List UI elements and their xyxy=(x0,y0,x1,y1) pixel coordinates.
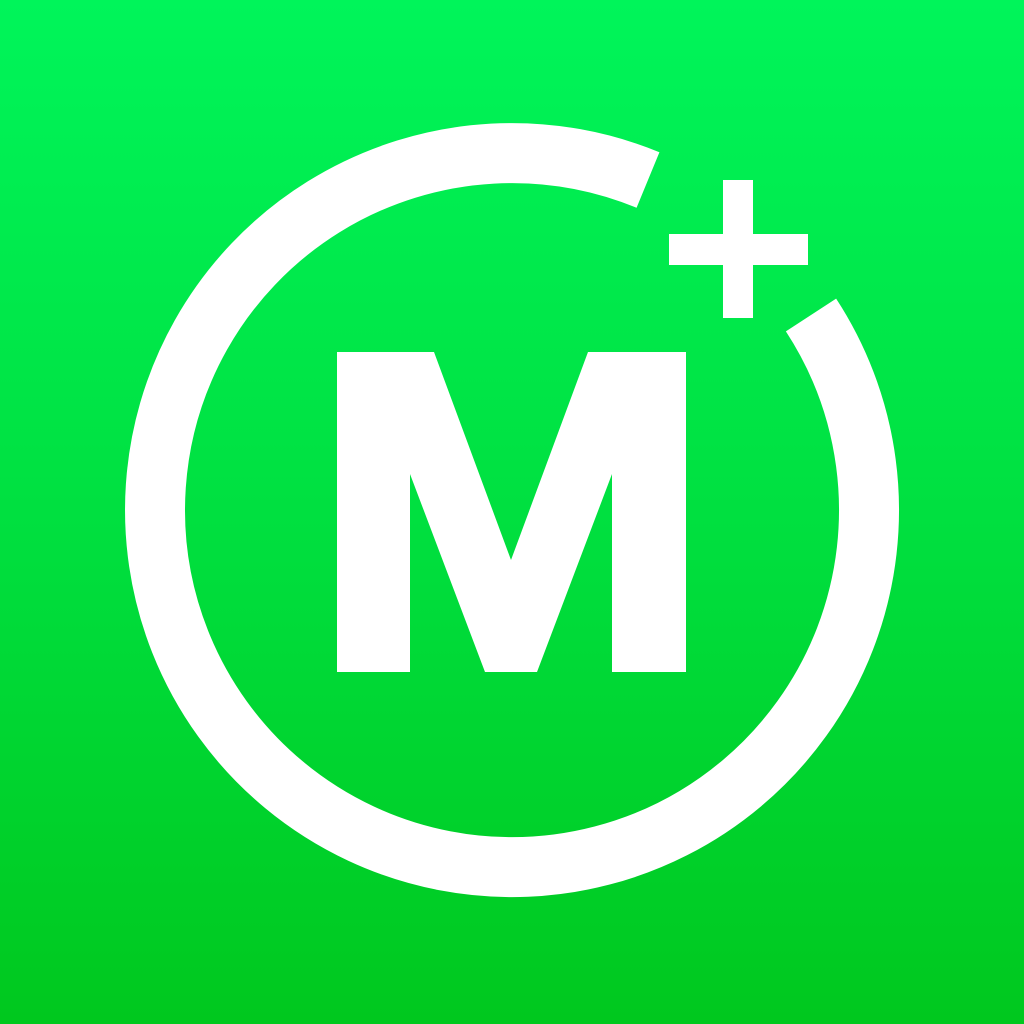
plus-icon xyxy=(669,180,808,318)
app-icon xyxy=(0,0,1024,1024)
letter-m-icon xyxy=(337,352,686,672)
m-plus-logo-icon xyxy=(125,123,900,898)
